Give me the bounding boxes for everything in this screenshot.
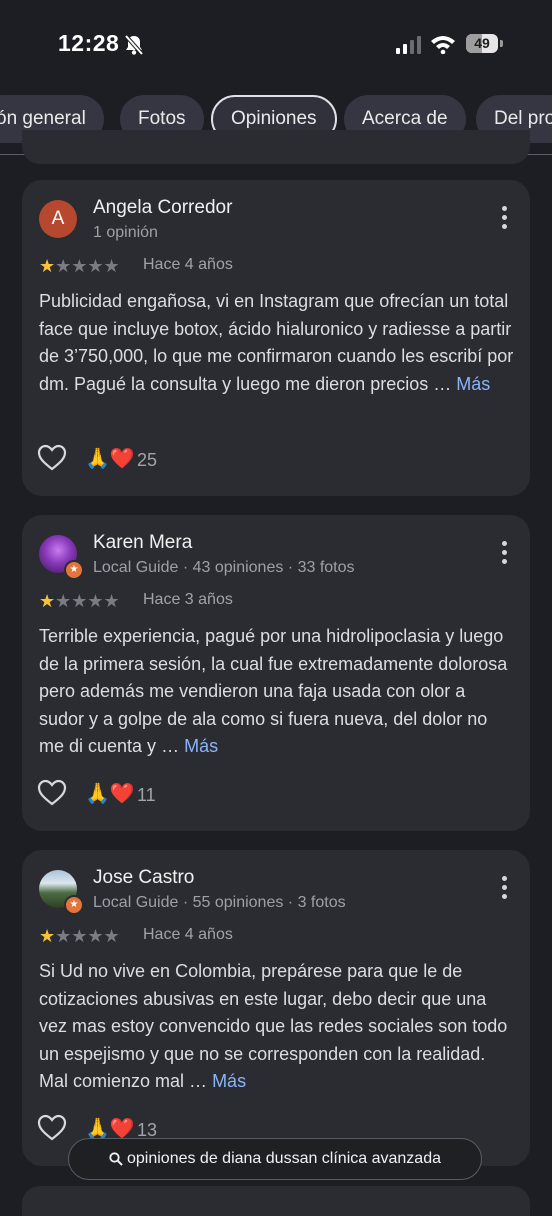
review-date: Hace 4 años xyxy=(143,256,233,273)
review-text: Publicidad engañosa, vi en Instagram que… xyxy=(39,288,515,398)
cellular-signal-icon xyxy=(396,36,421,54)
reaction-count: 25 xyxy=(137,450,158,470)
status-bar: 12:28 49 xyxy=(0,0,552,90)
battery-icon: 49 xyxy=(466,34,503,54)
battery-percent: 49 xyxy=(474,35,490,51)
next-card-edge xyxy=(22,1186,530,1216)
star-rating: ★★★★★ xyxy=(39,926,120,946)
heart-like-icon[interactable] xyxy=(37,1114,67,1142)
review-body: Terrible experiencia, pagué por una hidr… xyxy=(39,626,508,756)
review-date: Hace 4 años xyxy=(143,926,233,943)
more-link[interactable]: Más xyxy=(184,736,218,756)
reaction-emojis: 🙏❤️ xyxy=(85,448,135,470)
review-card: ★ Karen Mera Local Guide · 43 opiniones … xyxy=(22,515,530,831)
review-body: Si Ud no vive en Colombia, prepárese par… xyxy=(39,961,508,1091)
more-options-icon[interactable] xyxy=(502,206,508,232)
clock: 12:28 xyxy=(58,30,120,56)
reaction-emojis: 🙏❤️ xyxy=(85,783,135,805)
more-link[interactable]: Más xyxy=(456,374,490,394)
more-link[interactable]: Más xyxy=(212,1071,246,1091)
search-query-text: opiniones de diana dussan clínica avanza… xyxy=(126,1150,441,1167)
more-options-icon[interactable] xyxy=(502,541,508,567)
star-rating: ★★★★★ xyxy=(39,256,120,276)
review-date: Hace 3 años xyxy=(143,591,233,608)
reviewer-name[interactable]: Angela Corredor xyxy=(93,197,232,219)
star-rating: ★★★★★ xyxy=(39,591,120,611)
review-body: Publicidad engañosa, vi en Instagram que… xyxy=(39,291,514,394)
avatar[interactable]: A xyxy=(39,200,77,238)
local-guide-badge-icon: ★ xyxy=(64,895,84,915)
wifi-icon xyxy=(431,36,455,54)
review-card: A Angela Corredor 1 opinión ★★★★★ Hace 4… xyxy=(22,180,530,496)
reviewer-name[interactable]: Jose Castro xyxy=(93,867,194,889)
heart-like-icon[interactable] xyxy=(37,444,67,472)
search-query-pill[interactable]: opiniones de diana dussan clínica avanza… xyxy=(68,1138,482,1180)
reviewer-meta: 1 opinión xyxy=(93,224,158,241)
review-text: Si Ud no vive en Colombia, prepárese par… xyxy=(39,958,515,1096)
review-text: Terrible experiencia, pagué por una hidr… xyxy=(39,623,515,761)
reviewer-meta: Local Guide · 55 opiniones · 3 fotos xyxy=(93,894,346,911)
reaction-count: 11 xyxy=(137,785,156,805)
bell-muted-icon xyxy=(124,34,144,56)
heart-like-icon[interactable] xyxy=(37,779,67,807)
more-options-icon[interactable] xyxy=(502,876,508,902)
local-guide-badge-icon: ★ xyxy=(64,560,84,580)
reviewer-name[interactable]: Karen Mera xyxy=(93,532,192,554)
previous-card-edge xyxy=(22,130,530,164)
review-card: ★ Jose Castro Local Guide · 55 opiniones… xyxy=(22,850,530,1166)
reviewer-meta: Local Guide · 43 opiniones · 33 fotos xyxy=(93,559,355,576)
search-icon xyxy=(109,1152,123,1166)
